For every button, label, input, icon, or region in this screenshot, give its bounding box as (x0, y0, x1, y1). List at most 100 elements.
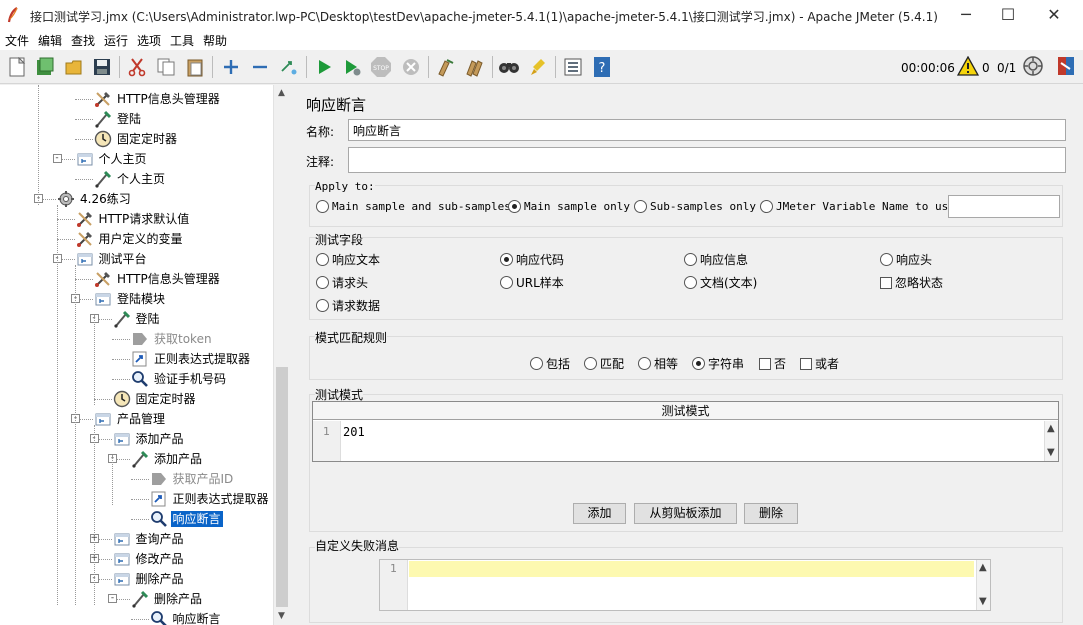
tree-scrollbar[interactable]: ▲ ▼ (273, 85, 290, 625)
radio-circle[interactable] (692, 357, 705, 370)
tree-item[interactable]: HTTP信息头管理器 (94, 269, 222, 289)
radio-circle[interactable] (684, 276, 697, 289)
delete-button[interactable]: 删除 (744, 503, 798, 524)
radio-matches[interactable]: 匹配 (584, 355, 624, 372)
add-button[interactable]: 添加 (573, 503, 626, 524)
radio-circle[interactable] (638, 357, 651, 370)
tree-item[interactable]: 添加产品 (131, 449, 204, 469)
radio-response-code[interactable]: 响应代码 (500, 251, 564, 268)
test-plan-tree[interactable]: HTTP信息头管理器 登陆 固定定时器 个人主页 - 个人主页 4.26练习 - HTTP请求默… (0, 85, 290, 625)
radio-circle[interactable] (508, 200, 521, 213)
radio-response-headers[interactable]: 响应头 (880, 251, 932, 268)
not-checkbox[interactable]: 否 (759, 355, 786, 372)
radio-circle[interactable] (584, 357, 597, 370)
menu-tools[interactable]: 工具 (170, 32, 194, 49)
tree-item[interactable]: 获取token (131, 329, 214, 349)
scroll-down-arrow[interactable]: ▼ (1047, 447, 1055, 458)
scroll-up-arrow[interactable]: ▲ (979, 562, 987, 573)
radio-circle[interactable] (880, 253, 893, 266)
collapse-icon[interactable] (248, 55, 272, 79)
tree-item[interactable]: 添加产品 (113, 429, 186, 449)
close-button[interactable]: ✕ (1031, 0, 1077, 30)
tree-item[interactable]: 用户定义的变量 (76, 229, 185, 249)
radio-substring[interactable]: 字符串 (692, 355, 744, 372)
radio-document-text[interactable]: 文档(文本) (684, 274, 757, 291)
cut-icon[interactable] (125, 55, 149, 79)
tree-expander[interactable]: - (52, 154, 62, 163)
remote-status-icon[interactable] (1022, 55, 1044, 80)
tree-expander[interactable]: - (108, 594, 117, 603)
function-helper-icon[interactable] (561, 55, 585, 79)
menu-options[interactable]: 选项 (137, 32, 161, 49)
shutdown-icon[interactable] (399, 55, 423, 79)
expand-icon[interactable] (219, 55, 243, 79)
log-viewer-icon[interactable] (1055, 55, 1077, 80)
scroll-down-arrow[interactable]: ▼ (979, 596, 987, 607)
tree-item[interactable]: HTTP信息头管理器 (94, 89, 222, 109)
checkbox-box[interactable] (759, 357, 771, 370)
patterns-table[interactable]: 测试模式 1 201 ▲ ▼ (312, 401, 1059, 462)
radio-main-and-sub[interactable]: Main sample and sub-samples (316, 200, 511, 213)
tree-item[interactable]: 登陆 (94, 109, 143, 129)
radio-response-text[interactable]: 响应文本 (316, 251, 380, 268)
tree-item[interactable]: 删除产品 (131, 589, 204, 609)
radio-circle[interactable] (684, 253, 697, 266)
open-icon[interactable] (62, 55, 86, 79)
custom-failure-editor[interactable]: 1 ▲ ▼ (379, 559, 991, 611)
tree-item[interactable]: 测试平台 (76, 249, 149, 269)
menu-file[interactable]: 文件 (5, 32, 29, 49)
name-field[interactable]: 响应断言 (348, 119, 1066, 141)
help-icon[interactable]: ? (590, 55, 614, 79)
menu-edit[interactable]: 编辑 (38, 32, 62, 49)
radio-circle[interactable] (316, 253, 329, 266)
clear-all-icon[interactable] (462, 55, 486, 79)
radio-request-data[interactable]: 请求数据 (316, 297, 380, 314)
radio-circle[interactable] (316, 200, 329, 213)
search-icon[interactable] (497, 55, 521, 79)
custom-failure-value[interactable] (409, 561, 974, 577)
patterns-scrollbar[interactable]: ▲ ▼ (1044, 421, 1058, 461)
tree-item[interactable]: 个人主页 (94, 169, 167, 189)
toggle-icon[interactable] (277, 55, 301, 79)
maximize-button[interactable]: ☐ (985, 0, 1031, 30)
menu-search[interactable]: 查找 (71, 32, 95, 49)
tree-item[interactable]: 正则表达式提取器 (131, 349, 252, 369)
stop-icon[interactable]: STOP (369, 55, 393, 79)
radio-circle[interactable] (634, 200, 647, 213)
add-from-clipboard-button[interactable]: 从剪贴板添加 (634, 503, 737, 524)
copy-icon[interactable] (154, 55, 178, 79)
radio-contains[interactable]: 包括 (530, 355, 570, 372)
tree-item[interactable]: 响应断言 (150, 609, 223, 625)
tree-item[interactable]: 4.26练习 (57, 189, 133, 209)
radio-circle[interactable] (500, 276, 513, 289)
tree-item[interactable]: HTTP请求默认值 (76, 209, 192, 229)
checkbox-box[interactable] (880, 276, 892, 289)
radio-circle[interactable] (316, 276, 329, 289)
clear-icon[interactable] (433, 55, 457, 79)
tree-item[interactable]: 个人主页 (76, 149, 149, 169)
radio-circle[interactable] (760, 200, 773, 213)
tree-item[interactable]: 登陆模块 (94, 289, 167, 309)
pattern-row-value[interactable]: 201 (343, 425, 365, 439)
variable-name-field[interactable] (948, 195, 1060, 218)
radio-url-sampled[interactable]: URL样本 (500, 274, 564, 291)
minimize-button[interactable]: ─ (943, 0, 989, 30)
tree-item[interactable]: 固定定时器 (94, 129, 179, 149)
save-icon[interactable] (90, 55, 114, 79)
radio-main-only[interactable]: Main sample only (508, 200, 630, 213)
radio-sub-only[interactable]: Sub-samples only (634, 200, 756, 213)
scroll-up-arrow[interactable]: ▲ (278, 88, 285, 98)
tree-item[interactable]: 固定定时器 (113, 389, 198, 409)
tree-item[interactable]: 修改产品 (113, 549, 186, 569)
scroll-down-arrow[interactable]: ▼ (278, 611, 285, 621)
tree-item[interactable]: 登陆 (113, 309, 162, 329)
tree-item[interactable]: 验证手机号码 (131, 369, 228, 389)
menu-help[interactable]: 帮助 (203, 32, 227, 49)
templates-icon[interactable] (33, 55, 57, 79)
checkbox-box[interactable] (800, 357, 812, 370)
ignore-status-checkbox[interactable]: 忽略状态 (880, 274, 943, 291)
radio-equals[interactable]: 相等 (638, 355, 678, 372)
tree-item[interactable]: 产品管理 (94, 409, 167, 429)
paste-icon[interactable] (183, 55, 207, 79)
tree-item[interactable]: 正则表达式提取器 (150, 489, 271, 509)
